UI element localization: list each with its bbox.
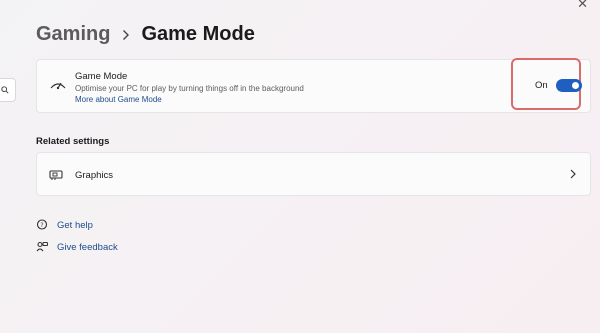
game-mode-toggle[interactable] — [556, 79, 582, 92]
chevron-right-icon — [122, 29, 130, 41]
feedback-icon — [36, 241, 48, 252]
breadcrumb-parent[interactable]: Gaming — [36, 23, 110, 46]
graphics-label: Graphics — [75, 170, 114, 181]
breadcrumb: Gaming Game Mode — [36, 23, 255, 46]
give-feedback-label: Give feedback — [57, 241, 118, 253]
page-title: Game Mode — [141, 23, 255, 45]
related-settings-heading: Related settings — [36, 136, 110, 147]
chevron-right-icon — [570, 169, 576, 179]
game-mode-icon — [50, 82, 66, 90]
more-about-game-mode-link[interactable]: More about Game Mode — [75, 95, 162, 104]
toggle-knob — [572, 82, 579, 89]
svg-text:?: ? — [40, 222, 43, 229]
give-feedback-link[interactable]: Give feedback — [36, 241, 118, 253]
toggle-highlight-box: On — [511, 58, 582, 110]
search-button[interactable] — [0, 78, 16, 102]
help-chat-icon: ? — [36, 219, 48, 230]
search-icon — [1, 86, 9, 94]
graphics-card-icon — [49, 170, 63, 180]
close-icon[interactable]: ✕ — [577, 0, 588, 12]
game-mode-card: Game Mode Optimise your PC for play by t… — [36, 58, 591, 113]
game-mode-description: Optimise your PC for play by turning thi… — [75, 84, 304, 93]
graphics-setting-row[interactable]: Graphics — [36, 152, 591, 196]
get-help-link[interactable]: ? Get help — [36, 219, 93, 231]
get-help-label: Get help — [57, 219, 93, 231]
game-mode-title: Game Mode — [75, 71, 128, 82]
toggle-state-label: On — [535, 80, 548, 91]
